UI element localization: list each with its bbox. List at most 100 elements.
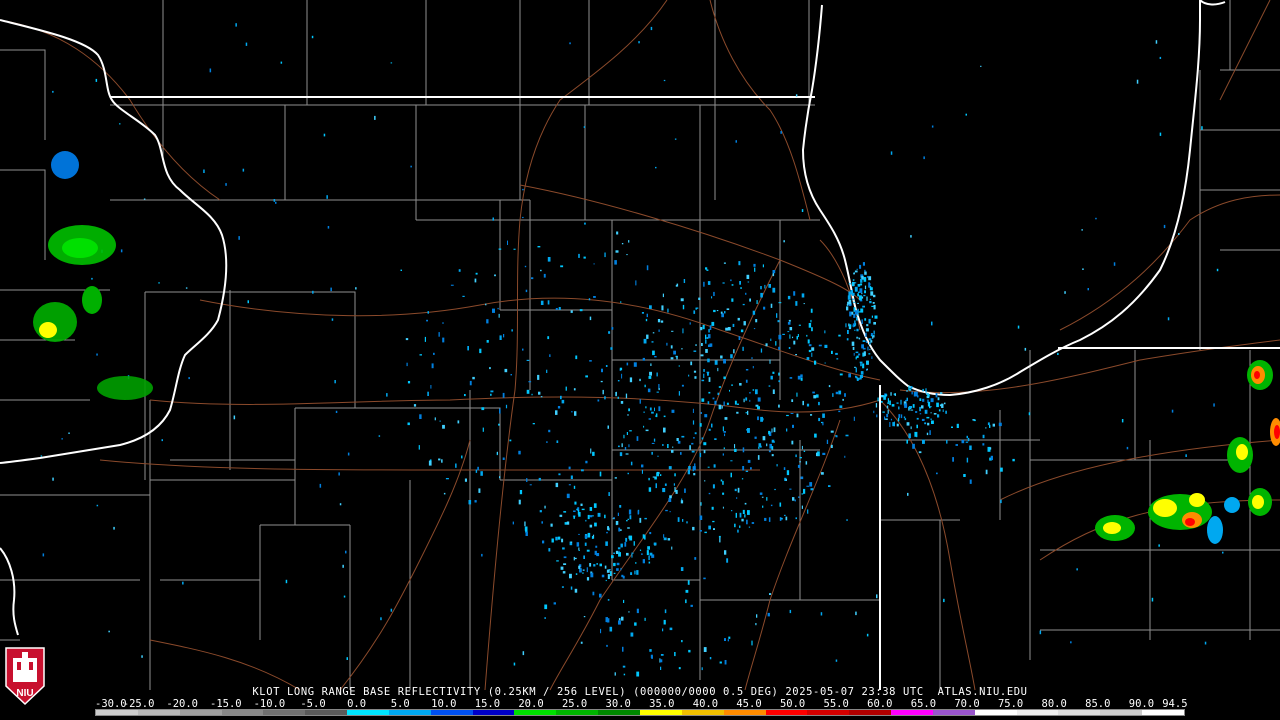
echo-pixel bbox=[749, 298, 751, 302]
echo-pixel bbox=[856, 268, 858, 270]
echo-pixel bbox=[788, 319, 791, 322]
echo-pixel bbox=[1012, 458, 1015, 462]
echo-pixel bbox=[618, 445, 620, 448]
echo-pixel bbox=[713, 309, 716, 313]
echo-pixel bbox=[937, 397, 940, 401]
scale-swatch bbox=[1100, 710, 1143, 715]
echo-pixel bbox=[629, 430, 632, 432]
echo-pixel bbox=[808, 323, 812, 328]
echo-pixel bbox=[857, 293, 859, 297]
echo-pixel bbox=[641, 553, 643, 555]
echo-pixel bbox=[648, 555, 650, 561]
echo-pixel bbox=[744, 502, 747, 505]
echo-pixel bbox=[390, 62, 393, 64]
echo-pixel bbox=[1158, 544, 1160, 547]
echo-pixel bbox=[438, 458, 441, 461]
echo-pixel bbox=[544, 604, 548, 610]
echo-pixel bbox=[942, 409, 944, 412]
echo-pixel bbox=[586, 549, 590, 552]
echo-pixel bbox=[740, 287, 742, 289]
echo-pixel bbox=[614, 672, 616, 676]
echo-pixel bbox=[791, 399, 794, 402]
echo-pixel bbox=[522, 188, 524, 191]
echo-pixel bbox=[739, 512, 742, 518]
echo-pixel bbox=[620, 543, 623, 548]
echo-pixel bbox=[757, 397, 761, 402]
echo-pixel bbox=[626, 362, 629, 366]
echo-pixel bbox=[718, 386, 721, 388]
echo-pixel bbox=[578, 565, 581, 569]
echo-pixel bbox=[854, 270, 858, 273]
echo-pixel bbox=[1076, 568, 1078, 571]
echo-pixel bbox=[861, 292, 863, 295]
echo-pixel bbox=[566, 493, 570, 499]
echo-pixel bbox=[737, 487, 740, 493]
echo-pixel bbox=[619, 452, 623, 457]
echo-pixel bbox=[783, 240, 785, 243]
echo-pixel bbox=[664, 609, 667, 614]
echo-pixel bbox=[778, 346, 780, 350]
echo-pixel bbox=[643, 338, 647, 344]
echo-pixel bbox=[844, 393, 846, 397]
echo-pixel bbox=[810, 414, 813, 416]
echo-pixel bbox=[431, 363, 434, 369]
echo-pixel bbox=[862, 363, 865, 369]
echo-pixel bbox=[989, 447, 992, 450]
scale-swatch bbox=[598, 710, 640, 715]
echo-pixel bbox=[670, 357, 674, 360]
echo-pixel bbox=[824, 362, 826, 364]
echo-pixel bbox=[513, 662, 516, 666]
echo-pixel bbox=[40, 455, 43, 457]
echo-pixel bbox=[596, 563, 598, 565]
echo-pixel bbox=[916, 424, 918, 429]
echo-pixel bbox=[651, 341, 654, 343]
echo-pixel bbox=[615, 521, 619, 525]
echo-pixel bbox=[860, 363, 862, 367]
echo-pixel bbox=[944, 402, 946, 405]
echo-pixel bbox=[510, 374, 512, 376]
echo-pixel bbox=[669, 511, 671, 513]
echo-pixel bbox=[769, 359, 771, 364]
echo-pixel bbox=[729, 389, 730, 392]
echo-pixel bbox=[904, 418, 907, 421]
echo-pixel bbox=[724, 311, 726, 314]
scale-swatch bbox=[681, 710, 724, 715]
echo-pixel bbox=[749, 392, 751, 394]
echo-pixel bbox=[209, 68, 212, 73]
echo-pixel bbox=[723, 431, 726, 433]
echo-pixel bbox=[723, 376, 726, 380]
echo-pixel bbox=[998, 422, 1002, 427]
scale-swatch bbox=[807, 710, 850, 715]
echo-pixel bbox=[966, 435, 968, 439]
echo-pixel bbox=[788, 347, 791, 349]
echo-pixel bbox=[583, 555, 585, 559]
echo-pixel bbox=[869, 342, 871, 345]
echo-pixel bbox=[742, 466, 745, 471]
echo-pixel bbox=[789, 488, 792, 490]
echo-pixel bbox=[689, 322, 691, 325]
echo-pixel bbox=[856, 337, 859, 339]
echo-pixel bbox=[628, 509, 632, 515]
echo-pixel bbox=[800, 374, 803, 378]
echo-pixel bbox=[770, 303, 773, 308]
echo-pixel bbox=[937, 414, 940, 418]
echo-pixel bbox=[563, 511, 567, 513]
echo-pixel bbox=[541, 521, 543, 524]
echo-pixel bbox=[771, 446, 774, 450]
echo-pixel bbox=[511, 329, 513, 332]
echo-pixel bbox=[539, 510, 542, 513]
echo-pixel bbox=[936, 472, 938, 475]
echo-pixel bbox=[919, 413, 922, 415]
echo-pixel bbox=[629, 515, 632, 520]
echo-pixel bbox=[876, 414, 878, 418]
echo-pixel bbox=[695, 344, 697, 346]
echo-pixel bbox=[692, 526, 695, 531]
echo-pixel bbox=[674, 652, 676, 657]
echo-pixel bbox=[604, 565, 607, 569]
echo-pixel bbox=[443, 492, 446, 495]
echo-pixel bbox=[574, 411, 577, 416]
echo-pixel bbox=[311, 35, 314, 39]
echo-pixel bbox=[651, 442, 655, 444]
echo-pixel bbox=[524, 265, 527, 268]
echo-pixel bbox=[663, 537, 667, 541]
